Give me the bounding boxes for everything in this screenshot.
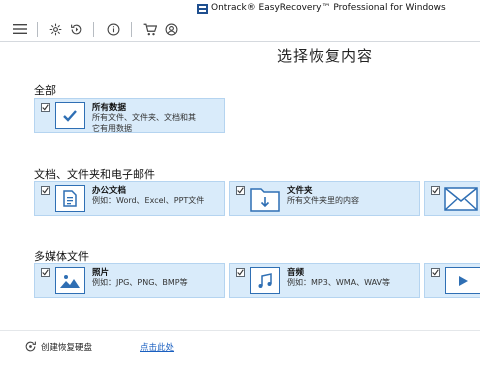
- card-description: 所有文件夹里的内容: [287, 196, 359, 205]
- create-recovery-disk-label: 创建恢复硬盘: [41, 342, 93, 353]
- menu-icon: [13, 24, 27, 34]
- info-icon: [107, 23, 119, 35]
- checkmark-icon: [237, 187, 244, 194]
- checkbox-audio[interactable]: [236, 268, 245, 277]
- check-icon: [63, 109, 77, 122]
- toolbar-separator: [37, 22, 38, 37]
- footer-divider: [0, 330, 480, 331]
- checkbox-video[interactable]: [431, 268, 440, 277]
- card-description: 所有文件、文件夹、文档和其 它有用数据: [92, 112, 196, 134]
- play-icon: [459, 275, 468, 286]
- video-icon-box: [445, 267, 480, 294]
- folder-icon: [250, 187, 280, 212]
- account-button[interactable]: [163, 21, 179, 37]
- section-title-multimedia: 多媒体文件: [34, 250, 89, 263]
- checkbox-photos[interactable]: [41, 268, 50, 277]
- account-icon: [165, 23, 177, 35]
- checkmark-icon: [237, 269, 244, 276]
- document-icon-box: [55, 185, 85, 212]
- section-title-all: 全部: [34, 84, 56, 97]
- checkmark-icon: [42, 269, 49, 276]
- card-photos[interactable]: 照片 例如：JPG、PNG、BMP等: [34, 263, 225, 298]
- checkbox-email[interactable]: [431, 186, 440, 195]
- card-audio[interactable]: 音频 例如：MP3、WMA、WAV等: [229, 263, 420, 298]
- card-all-data[interactable]: 所有数据 所有文件、文件夹、文档和其 它有用数据: [34, 98, 225, 133]
- checkbox-all-data[interactable]: [41, 103, 50, 112]
- create-recovery-disk-button[interactable]: 创建恢复硬盘: [24, 340, 92, 353]
- disk-refresh-icon: [25, 341, 36, 352]
- toolbar: [0, 18, 480, 42]
- document-icon: [63, 190, 77, 207]
- toolbar-separator: [131, 22, 132, 37]
- checkmark-icon: [432, 187, 439, 194]
- info-button[interactable]: [105, 21, 121, 37]
- card-description: 例如：JPG、PNG、BMP等: [92, 278, 188, 287]
- card-desc-line: 它有用数据: [92, 124, 132, 133]
- folder-icon-box: [250, 185, 280, 212]
- card-video[interactable]: [424, 263, 480, 298]
- cart-button[interactable]: [142, 21, 158, 37]
- check-icon-box: [55, 102, 85, 129]
- card-description: 例如：MP3、WMA、WAV等: [287, 278, 391, 287]
- menu-button[interactable]: [12, 21, 28, 37]
- window-title: Ontrack® EasyRecovery™ Professional for …: [211, 3, 446, 13]
- title-bar: Ontrack® EasyRecovery™ Professional for …: [0, 0, 480, 18]
- card-folders[interactable]: 文件夹 所有文件夹里的内容: [229, 181, 420, 216]
- card-office-docs[interactable]: 办公文档 例如：Word、Excel、PPT文件: [34, 181, 225, 216]
- toolbar-separator: [93, 22, 94, 37]
- checkbox-office-docs[interactable]: [41, 186, 50, 195]
- page-title: 选择恢复内容: [276, 47, 373, 65]
- email-icon-box: [443, 185, 479, 212]
- email-icon: [444, 186, 478, 211]
- card-desc-line: 所有文件、文件夹、文档和其: [92, 113, 196, 122]
- music-icon: [258, 272, 272, 288]
- app-logo-icon: [197, 4, 208, 14]
- history-icon: [70, 24, 81, 34]
- music-icon-box: [250, 267, 280, 294]
- card-description: 例如：Word、Excel、PPT文件: [92, 196, 205, 205]
- checkmark-icon: [42, 104, 49, 111]
- card-email[interactable]: [424, 181, 480, 216]
- settings-button[interactable]: [47, 21, 63, 37]
- gear-icon: [49, 23, 61, 35]
- checkbox-folders[interactable]: [236, 186, 245, 195]
- click-here-link[interactable]: 点击此处: [140, 341, 174, 353]
- checkmark-icon: [432, 269, 439, 276]
- checkmark-icon: [42, 187, 49, 194]
- photo-icon: [60, 275, 80, 288]
- history-button[interactable]: [68, 21, 84, 37]
- section-title-documents: 文档、文件夹和电子邮件: [34, 168, 155, 181]
- cart-icon: [143, 23, 157, 35]
- photo-icon-box: [55, 267, 85, 294]
